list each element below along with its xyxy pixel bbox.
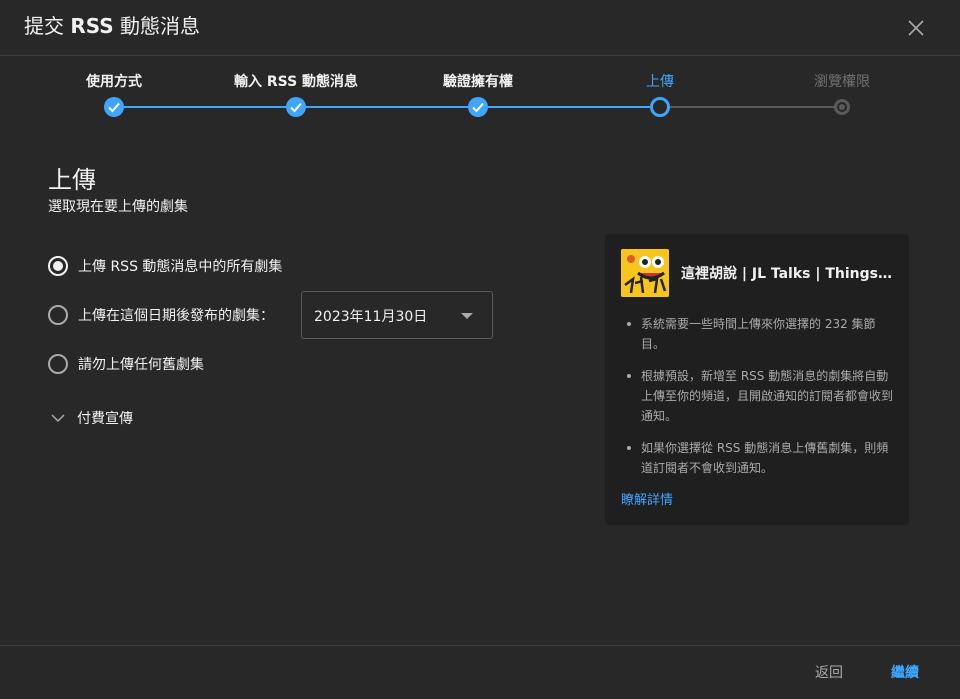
radio-upload-after-date[interactable]: 上傳在這個日期後發布的劇集：: [48, 305, 274, 325]
paid-promotion-label: 付費宣傳: [77, 411, 133, 427]
section-subtitle: 選取現在要上傳的劇集: [48, 199, 188, 215]
dropdown-arrow-icon: [461, 313, 473, 319]
radio-upload-all[interactable]: 上傳 RSS 動態消息中的所有劇集: [48, 256, 282, 276]
podcast-thumbnail: [621, 249, 669, 297]
radio-button[interactable]: [48, 354, 68, 374]
step-node-enter-rss: [286, 97, 306, 117]
step-label-usage: 使用方式: [86, 74, 142, 90]
date-dropdown[interactable]: 2023年11月30日: [301, 291, 493, 339]
radio-upload-after-date-label: 上傳在這個日期後發布的劇集：: [78, 308, 274, 324]
info-bullet: 系統需要一些時間上傳來你選擇的 232 集節目。: [625, 314, 895, 354]
dialog-title-prefix: 提交: [24, 14, 64, 38]
info-bullet: 根據預設，新增至 RSS 動態消息的劇集將自動上傳至你的頻道，且開啟通知的訂閱者…: [625, 366, 895, 426]
step-label-visibility: 瀏覽權限: [814, 74, 870, 90]
step-node-upload: [650, 97, 670, 117]
podcast-title: 這裡胡說 | JL Talks | Things in...: [681, 266, 895, 282]
close-button[interactable]: [902, 14, 930, 42]
radio-button[interactable]: [48, 305, 68, 325]
info-list: 系統需要一些時間上傳來你選擇的 232 集節目。 根據預設，新增至 RSS 動態…: [625, 314, 895, 490]
info-card: 這裡胡說 | JL Talks | Things in... 系統需要一些時間上…: [605, 234, 909, 525]
close-icon: [908, 20, 924, 36]
step-label-upload: 上傳: [646, 74, 674, 90]
chevron-down-icon: [51, 414, 65, 423]
step-node-visibility: [834, 99, 850, 115]
info-bullet: 如果你選擇從 RSS 動態消息上傳舊劇集，則頻道訂閱者不會收到通知。: [625, 438, 895, 478]
paid-promotion-toggle[interactable]: 付費宣傳: [48, 408, 133, 428]
radio-upload-none[interactable]: 請勿上傳任何舊劇集: [48, 354, 204, 374]
step-node-verify: [468, 97, 488, 117]
learn-more-link[interactable]: 瞭解詳情: [621, 489, 673, 508]
dialog-footer: 返回 繼續: [0, 645, 960, 699]
step-label-enter-rss: 輸入 RSS 動態消息: [233, 74, 359, 90]
section-title: 上傳: [48, 166, 96, 194]
stepper: 使用方式 輸入 RSS 動態消息 驗證擁有權 上傳 瀏覽權限: [0, 56, 960, 136]
check-icon: [108, 102, 120, 113]
dialog-title: 提交 RSS 動態消息: [24, 12, 200, 40]
check-icon: [472, 102, 484, 113]
dialog-header: 提交 RSS 動態消息: [0, 0, 960, 56]
radio-button-checked[interactable]: [48, 256, 68, 276]
stepper-track-pending: [660, 106, 842, 108]
dialog-title-suffix: 動態消息: [120, 14, 201, 38]
check-icon: [290, 102, 302, 113]
step-node-usage: [104, 97, 124, 117]
radio-upload-none-label: 請勿上傳任何舊劇集: [78, 357, 204, 373]
radio-upload-all-label: 上傳 RSS 動態消息中的所有劇集: [78, 259, 283, 275]
date-dropdown-value: 2023年11月30日: [314, 309, 428, 325]
continue-button[interactable]: 繼續: [891, 662, 919, 682]
stepper-track-done: [114, 106, 660, 108]
podcast-cover-art: [621, 249, 669, 297]
back-button[interactable]: 返回: [815, 662, 843, 682]
step-label-verify: 驗證擁有權: [443, 74, 513, 90]
dialog-title-bold: RSS: [70, 14, 114, 38]
